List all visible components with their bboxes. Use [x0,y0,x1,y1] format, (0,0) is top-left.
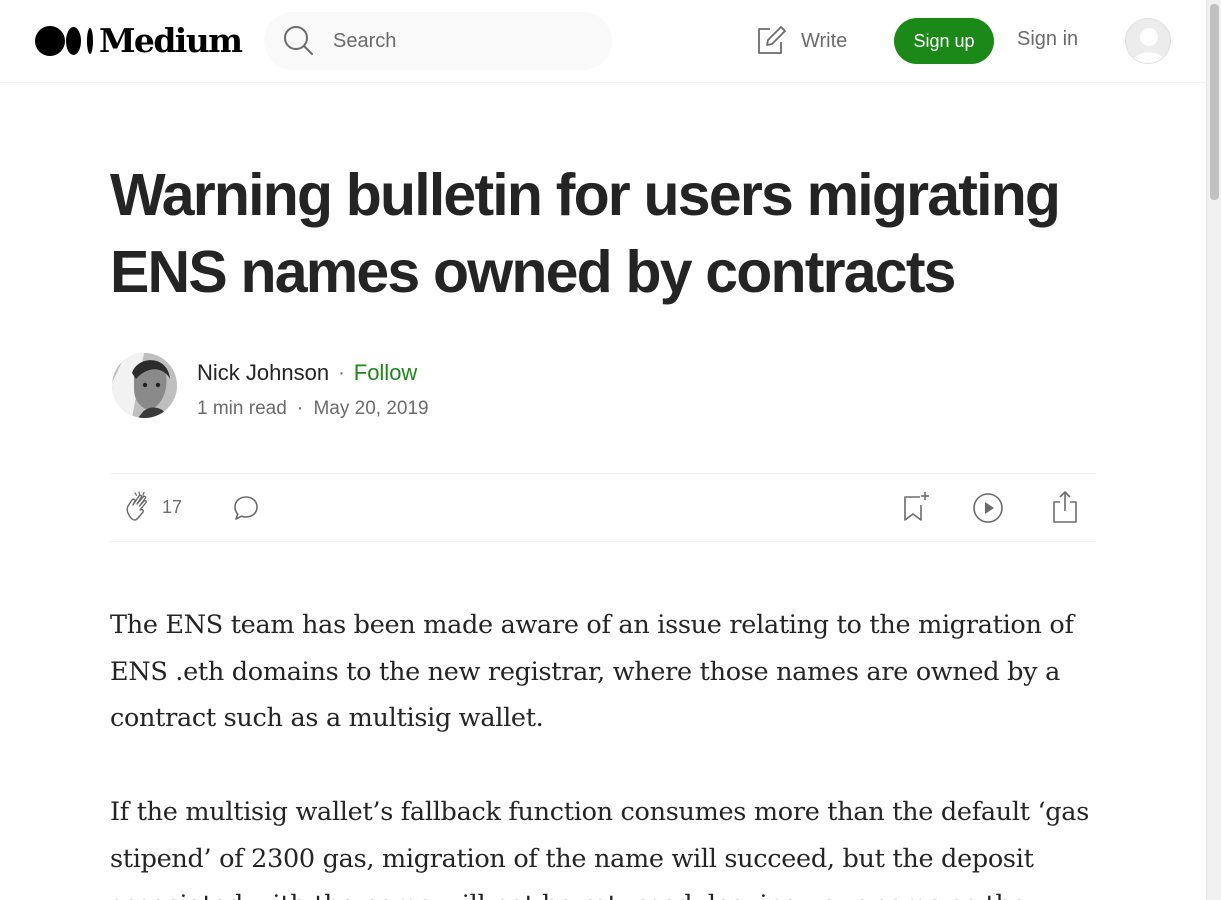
article-paragraph: The ENS team has been made aware of an i… [110,610,1074,733]
medium-logo[interactable]: Medium [35,21,243,60]
search-icon [284,26,313,55]
user-avatar-icon [1126,19,1170,63]
listen-button[interactable] [972,492,1004,524]
bookmark-button[interactable] [901,491,931,523]
author-photo-icon [112,353,177,418]
comment-icon [234,496,258,520]
signup-button[interactable]: Sign up [894,18,994,64]
author-line: Nick Johnson · Follow [197,360,417,386]
play-icon [973,493,1003,523]
write-label: Write [801,29,848,52]
medium-logo-icon [35,26,93,56]
article-action-bar: 17 [110,473,1096,542]
read-time: 1 min read [197,397,287,419]
author-name[interactable]: Nick Johnson [197,360,329,386]
write-icon [758,26,786,54]
article-meta: 1 min read · May 20, 2019 [197,397,429,420]
share-icon [1053,491,1077,523]
article-title: Warning bulletin for users migrating ENS… [110,162,1061,305]
clap-button[interactable]: 17 [124,491,182,523]
author-avatar[interactable] [112,353,177,418]
signin-link[interactable]: Sign in [1017,28,1078,51]
clap-icon [126,491,147,521]
article-paragraph: If the multisig wallet’s fallback functi… [110,797,1089,900]
comment-button[interactable] [232,494,260,522]
publish-date: May 20, 2019 [313,397,429,419]
scrollbar-thumb[interactable] [1210,4,1219,200]
bookmark-icon [904,492,929,521]
page-scrollbar[interactable] [1206,0,1221,900]
medium-logo-text: Medium [99,21,243,60]
share-button[interactable] [1050,490,1080,524]
write-button[interactable]: Write [755,24,847,58]
separator-dot: · [338,361,345,384]
search-box[interactable] [264,12,612,70]
follow-button[interactable]: Follow [354,360,418,386]
top-navigation-bar: Medium Write Sign up Sign in [0,0,1206,83]
clap-count: 17 [162,496,183,517]
user-avatar[interactable] [1125,18,1171,64]
separator-dot: · [296,397,304,419]
search-input[interactable] [333,29,573,53]
